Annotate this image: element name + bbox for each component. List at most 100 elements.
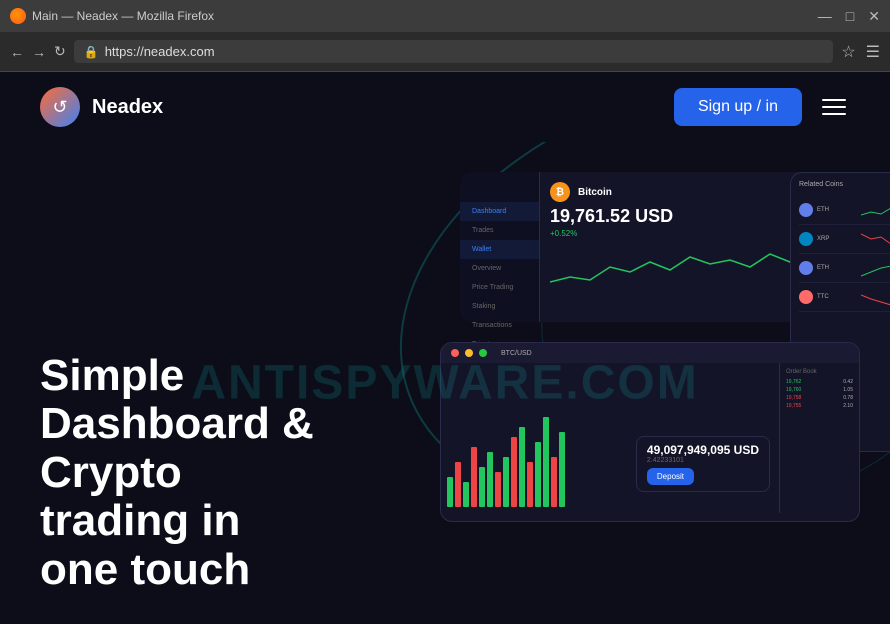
candle-14: [551, 457, 557, 507]
navigation-bar: ← → ↻ 🔒 https://neadex.com ☆ ☰: [0, 32, 890, 72]
btc-chart: [550, 242, 810, 292]
trading-header: BTC/USD: [441, 343, 859, 363]
eth-chart: [861, 200, 890, 220]
btc-icon: ₿: [550, 182, 570, 202]
amount-btc: 2.42233101: [647, 457, 759, 464]
sidebar-item-price-trading[interactable]: Price Trading: [460, 278, 539, 297]
ob-amt-3: 0.78: [843, 395, 853, 401]
logo-area: ↺ Neadex: [40, 87, 163, 127]
hero-title-line2: Dashboard &: [40, 399, 314, 448]
candle-1: [447, 477, 453, 507]
hero-text: Simple Dashboard & Crypto trading in one…: [40, 352, 314, 594]
forward-icon[interactable]: →: [32, 44, 46, 60]
ttc-chart: [861, 287, 890, 307]
hero-title-line1: Simple: [40, 351, 184, 400]
url-text: https://neadex.com: [105, 44, 215, 59]
candle-8: [503, 457, 509, 507]
minimize-button[interactable]: —: [818, 8, 832, 24]
nav-right: ☆ ☰: [841, 42, 880, 62]
candle-6: [487, 452, 493, 507]
candle-11: [527, 462, 533, 507]
hero-title: Simple Dashboard & Crypto trading in one…: [40, 352, 314, 594]
signup-button[interactable]: Sign up / in: [674, 88, 802, 126]
menu-icon[interactable]: ☰: [866, 42, 880, 62]
site-header: ↺ Neadex Sign up / in: [0, 72, 890, 142]
candle-9: [511, 437, 517, 507]
ob-row-2: 19,760 1.05: [786, 387, 853, 393]
ob-row-3: 19,758 0.78: [786, 395, 853, 401]
candle-15: [559, 432, 565, 507]
candle-10: [519, 427, 525, 507]
sidebar-item-transactions[interactable]: Transactions: [460, 316, 539, 335]
sidebar-item-staking[interactable]: Staking: [460, 297, 539, 316]
related-title: Related Coins: [799, 181, 890, 188]
eth2-chart: [861, 258, 890, 278]
hero-section: ANTISPYWARE.COM Simple Dashboard & Crypt…: [0, 142, 890, 624]
hero-title-line5: one touch: [40, 545, 250, 594]
orderbook-title: Order Book: [786, 369, 853, 375]
btc-change: +0.52%: [550, 229, 810, 238]
sidebar-item-dashboard[interactable]: Dashboard: [460, 202, 539, 221]
menu-line-2: [822, 106, 846, 108]
candle-7: [495, 472, 501, 507]
sidebar-item-wallet[interactable]: Wallet: [460, 240, 539, 259]
nav-icons: ← → ↻: [10, 43, 66, 60]
bookmark-icon[interactable]: ☆: [841, 42, 855, 62]
btc-price: 19,761.52 USD: [550, 206, 810, 227]
logo-text: Neadex: [92, 96, 163, 119]
refresh-icon[interactable]: ↻: [54, 43, 66, 60]
order-book: Order Book 19,762 0.42 19,760 1.05 19,75…: [779, 363, 859, 513]
hero-title-line3: Crypto: [40, 448, 182, 497]
ttc-icon: [799, 290, 813, 304]
firefox-logo: [10, 8, 26, 24]
lock-icon: 🔒: [84, 45, 99, 59]
logo-icon: ↺: [40, 87, 80, 127]
candle-2: [455, 462, 461, 507]
btc-header: ₿ Bitcoin: [550, 182, 810, 202]
hero-title-line4: trading in: [40, 496, 240, 545]
address-bar[interactable]: 🔒 https://neadex.com: [74, 40, 834, 63]
coin-item-ttc: TTC: [799, 283, 890, 312]
dot-green: [479, 349, 487, 357]
xrp-chart: [861, 229, 890, 249]
page-title: Main — Neadex — Mozilla Firefox: [32, 9, 214, 23]
close-button[interactable]: ✕: [868, 8, 880, 25]
sidebar-item-trades[interactable]: Trades: [460, 221, 539, 240]
sidebar-item-overview[interactable]: Overview: [460, 259, 539, 278]
deposit-button[interactable]: Deposit: [647, 468, 694, 485]
candle-4: [471, 447, 477, 507]
ob-row-1: 19,762 0.42: [786, 379, 853, 385]
dashboard-sidebar: Dashboard Trades Wallet Overview Price T…: [460, 172, 540, 322]
hamburger-menu[interactable]: [818, 95, 850, 119]
maximize-button[interactable]: □: [846, 8, 854, 24]
coin-item-eth2: ETH: [799, 254, 890, 283]
btc-content-panel: ₿ Bitcoin 19,761.52 USD +0.52%: [540, 172, 820, 322]
ob-amt-4: 2.10: [843, 403, 853, 409]
ob-amt-1: 0.42: [843, 379, 853, 385]
website-content: ↺ Neadex Sign up / in ANTISPYWARE.COM Si…: [0, 72, 890, 624]
title-bar: Main — Neadex — Mozilla Firefox — □ ✕: [0, 0, 890, 32]
menu-line-1: [822, 99, 846, 101]
ob-price-1: 19,762: [786, 379, 801, 385]
eth2-icon: [799, 261, 813, 275]
coin-item-eth: ETH: [799, 196, 890, 225]
coin-item-xrp: XRP: [799, 225, 890, 254]
ob-price-2: 19,760: [786, 387, 801, 393]
ob-amt-2: 1.05: [843, 387, 853, 393]
ob-row-4: 19,755 2.10: [786, 403, 853, 409]
dot-red: [451, 349, 459, 357]
title-bar-left: Main — Neadex — Mozilla Firefox: [10, 8, 214, 24]
header-right: Sign up / in: [674, 88, 850, 126]
candle-13: [543, 417, 549, 507]
ob-price-4: 19,755: [786, 403, 801, 409]
dashboard-mockup: Dashboard Trades Wallet Overview Price T…: [390, 162, 890, 522]
candle-12: [535, 442, 541, 507]
back-icon[interactable]: ←: [10, 44, 24, 60]
amount-display: 49,097,949,095 USD 2.42233101 Deposit: [636, 436, 770, 492]
amount-usd: 49,097,949,095 USD: [647, 443, 759, 457]
eth-icon: [799, 203, 813, 217]
dot-yellow: [465, 349, 473, 357]
btc-name: Bitcoin: [578, 187, 612, 198]
candle-5: [479, 467, 485, 507]
menu-line-3: [822, 113, 846, 115]
